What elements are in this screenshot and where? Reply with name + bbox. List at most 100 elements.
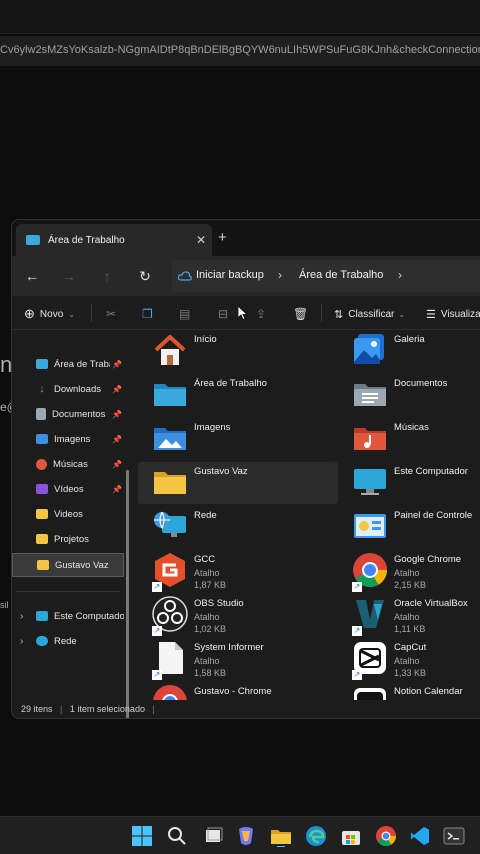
sidebar-scrollbar[interactable]	[126, 470, 129, 718]
vscode-icon[interactable]	[409, 825, 431, 847]
desktop-folder-icon	[26, 235, 40, 245]
sidebar-item-este-computador[interactable]: › Este Computador	[12, 605, 124, 627]
refresh-icon[interactable]: ↻	[133, 264, 157, 288]
search-icon[interactable]	[166, 825, 188, 847]
breadcrumb-area-de-trabalho[interactable]: Área de Trabalho	[299, 269, 383, 281]
sidebar-item-downloads[interactable]: ↓ Downloads 📌	[12, 378, 124, 400]
sidebar-item-projetos[interactable]: Projetos	[12, 528, 124, 550]
terminal-icon[interactable]	[443, 825, 465, 847]
sidebar-item-area-de-trabalho[interactable]: Área de Trabalho 📌	[12, 353, 124, 375]
item-name: Documentos	[394, 378, 448, 389]
folder-icon	[154, 472, 186, 494]
share-button[interactable]: ⇪	[256, 305, 266, 323]
item-gustavo-chrome[interactable]: Gustavo - Chrome	[138, 682, 338, 700]
folder-icon	[36, 534, 48, 544]
item-notion-calendar[interactable]: Notion Calendar	[338, 682, 480, 700]
file-explorer-icon[interactable]	[270, 825, 292, 847]
shortcut-arrow-icon: ↗	[352, 626, 362, 636]
tab-area-de-trabalho[interactable]: Área de Trabalho ✕	[16, 224, 212, 256]
close-icon[interactable]: ✕	[190, 233, 212, 247]
item-galeria[interactable]: Galeria	[338, 330, 480, 372]
item-area-de-trabalho[interactable]: Área de Trabalho	[138, 374, 338, 416]
item-obs-studio[interactable]: ↗ OBS Studio Atalho 1,02 KB	[138, 594, 338, 636]
sidebar-item-rede[interactable]: › Rede	[12, 630, 124, 652]
chevron-right-icon[interactable]: ›	[20, 611, 23, 622]
item-inicio[interactable]: Início	[138, 330, 338, 372]
mouse-cursor-icon	[238, 306, 248, 320]
sidebar-item-label: Videos	[54, 508, 83, 520]
up-arrow-icon[interactable]: ↑	[95, 264, 119, 288]
selection-status: 1 item selecionado	[69, 704, 145, 714]
pin-icon: 📌	[112, 359, 122, 369]
view-list-icon: ☰	[426, 308, 436, 321]
windows-start-icon[interactable]	[131, 825, 153, 847]
folder-icon	[36, 509, 48, 519]
sidebar-divider	[16, 591, 120, 592]
breadcrumb-chevron-icon[interactable]: ›	[278, 268, 282, 282]
item-oracle-virtualbox[interactable]: ↗ Oracle VirtualBox Atalho 1,11 KB	[338, 594, 480, 636]
item-documentos[interactable]: Documentos	[338, 374, 480, 416]
address-bar[interactable]: Iniciar backup › Área de Trabalho ›	[172, 260, 480, 292]
item-name: Oracle VirtualBox	[394, 598, 468, 609]
item-este-computador[interactable]: Este Computador	[338, 462, 480, 504]
sidebar-item-label: Gustavo Vaz	[55, 559, 109, 571]
item-name: OBS Studio	[194, 598, 244, 609]
sidebar-item-label: Rede	[54, 635, 77, 647]
browser-url-text: Cv6ylw2sMZsYoKsalzb-NGgmAIDtP8qBnDElBgBQ…	[0, 44, 480, 56]
cut-button[interactable]: ✂	[106, 305, 116, 323]
item-name: Início	[194, 334, 217, 345]
item-type: Atalho	[394, 568, 420, 578]
item-imagens[interactable]: Imagens	[138, 418, 338, 460]
new-tab-button[interactable]: +	[218, 229, 227, 246]
chrome-icon[interactable]	[375, 825, 397, 847]
chevron-right-icon[interactable]: ›	[20, 636, 23, 647]
file-list: Início Galeria Área de Trabalho Document…	[138, 330, 480, 700]
item-painel-de-controle[interactable]: Painel de Controle	[338, 506, 480, 548]
image-icon	[36, 434, 48, 444]
cut-icon: ✂	[106, 307, 117, 321]
store-icon[interactable]	[340, 825, 362, 847]
task-view-icon[interactable]	[202, 825, 224, 847]
copilot-icon[interactable]	[235, 825, 257, 847]
sidebar-item-musicas[interactable]: Músicas 📌	[12, 453, 124, 475]
item-gustavo-vaz[interactable]: Gustavo Vaz	[138, 462, 338, 504]
breadcrumb-chevron-icon[interactable]: ›	[398, 268, 402, 282]
new-button[interactable]: ⊕ Novo ⌄	[24, 305, 75, 323]
sidebar-item-label: Vídeos	[54, 483, 84, 495]
rename-icon: ⊟	[218, 307, 229, 321]
item-name: Google Chrome	[394, 554, 462, 565]
status-divider: |	[60, 704, 63, 714]
item-system-informer[interactable]: ↗ System Informer Atalho 1,58 KB	[138, 638, 338, 680]
pin-icon: 📌	[112, 409, 122, 419]
network-icon	[154, 511, 186, 537]
rename-button[interactable]: ⊟	[218, 305, 228, 323]
trash-icon: 🗑	[293, 307, 309, 321]
back-arrow-icon[interactable]: ←	[20, 264, 44, 288]
delete-button[interactable]: 🗑	[293, 305, 308, 323]
sidebar-item-gustavo-vaz[interactable]: Gustavo Vaz	[12, 553, 124, 577]
item-capcut[interactable]: ↗ CapCut Atalho 1,33 KB	[338, 638, 480, 680]
sidebar-item-documentos[interactable]: Documentos 📌	[12, 403, 124, 425]
item-gcc[interactable]: ↗ GCC Atalho 1,87 KB	[138, 550, 338, 592]
taskbar	[0, 816, 480, 854]
copy-button[interactable]: ❐	[142, 305, 153, 323]
view-button[interactable]: ☰ Visualizar	[426, 305, 480, 323]
copy-icon: ❐	[142, 307, 153, 321]
home-icon	[154, 335, 186, 365]
item-rede[interactable]: Rede	[138, 506, 338, 548]
shortcut-arrow-icon: ↗	[352, 670, 362, 680]
item-google-chrome[interactable]: ↗ Google Chrome Atalho 2,15 KB	[338, 550, 480, 592]
edge-icon[interactable]	[305, 825, 327, 847]
paste-button[interactable]: ▤	[179, 305, 190, 323]
sort-button[interactable]: ⇅ Classificar ⌄	[334, 305, 405, 323]
item-name: CapCut	[394, 642, 427, 653]
shortcut-arrow-icon: ↗	[152, 582, 162, 592]
sidebar-item-videos-library[interactable]: Vídeos 📌	[12, 478, 124, 500]
sidebar-item-imagens[interactable]: Imagens 📌	[12, 428, 124, 450]
breadcrumb-iniciar-backup[interactable]: Iniciar backup	[196, 269, 264, 281]
forward-arrow-icon[interactable]: →	[57, 264, 81, 288]
item-musicas[interactable]: Músicas	[338, 418, 480, 460]
documents-folder-icon	[354, 384, 386, 406]
sidebar-item-videos-folder[interactable]: Videos	[12, 503, 124, 525]
images-folder-icon	[154, 428, 186, 450]
